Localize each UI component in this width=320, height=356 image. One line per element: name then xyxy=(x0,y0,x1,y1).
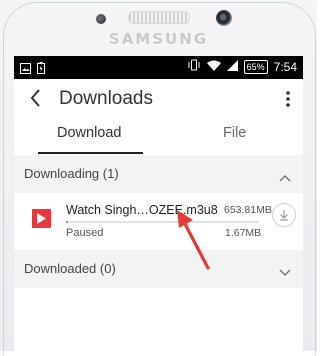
download-completed-size: 1.67MB xyxy=(225,227,262,239)
section-downloaded-header[interactable]: Downloaded (0) xyxy=(14,250,303,288)
back-button[interactable] xyxy=(26,87,48,109)
gallery-notification-icon xyxy=(20,61,31,79)
download-status: Paused xyxy=(66,227,104,239)
proximity-sensor xyxy=(96,14,106,24)
app-bar: Downloads xyxy=(14,79,303,119)
status-clock: 7:54 xyxy=(273,59,297,74)
section-downloaded-label: Downloaded (0) xyxy=(24,261,116,276)
annotation-arrow-icon xyxy=(177,210,210,270)
brand-logo: SAMSUNG xyxy=(108,30,209,48)
back-arrow-icon xyxy=(30,89,40,107)
tab-file[interactable]: File xyxy=(223,125,246,141)
page-title: Downloads xyxy=(59,88,153,109)
wifi-icon xyxy=(206,60,221,74)
front-camera xyxy=(216,10,232,26)
resume-download-button[interactable] xyxy=(272,203,296,227)
battery-charging-notification-icon xyxy=(37,61,45,79)
section-downloading-label: Downloading (1) xyxy=(24,166,119,181)
battery-level: 65% xyxy=(243,59,268,74)
tab-download[interactable]: Download xyxy=(57,125,122,141)
active-tab-indicator xyxy=(38,152,143,154)
signal-icon xyxy=(226,59,238,74)
overflow-menu-button[interactable] xyxy=(285,89,291,109)
chevron-down-icon xyxy=(279,264,291,282)
tab-bar: Download File xyxy=(14,119,303,155)
phone-screen: 65% 7:54 Downloads Download File Downloa… xyxy=(14,56,303,356)
vibrate-icon xyxy=(187,59,201,74)
download-progress-fill xyxy=(66,221,68,223)
chevron-up-icon xyxy=(279,169,291,187)
download-icon xyxy=(280,210,288,221)
video-file-icon xyxy=(32,209,51,228)
download-total-size: 653.81MB xyxy=(224,204,272,216)
download-item[interactable]: Watch Singh…OZEE.m3u8 653.81MB Paused 1.… xyxy=(14,193,303,250)
section-downloading-header[interactable]: Downloading (1) xyxy=(14,155,303,193)
status-bar: 65% 7:54 xyxy=(14,56,303,79)
more-vert-icon xyxy=(286,91,290,107)
earpiece-speaker xyxy=(128,11,190,24)
download-progress-bar xyxy=(66,221,259,223)
